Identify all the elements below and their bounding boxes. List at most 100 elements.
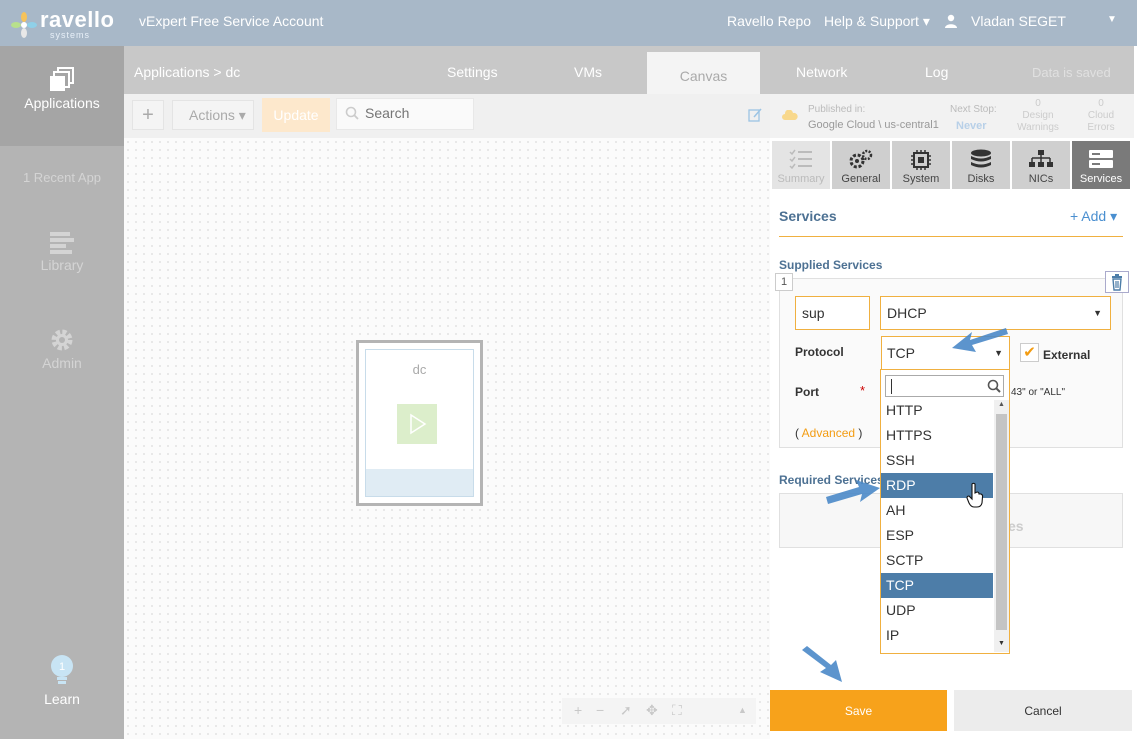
- protocol-option-http[interactable]: HTTP: [881, 398, 993, 423]
- breadcrumb[interactable]: Applications > dc: [134, 64, 240, 80]
- search-icon: [345, 106, 359, 120]
- account-name[interactable]: vExpert Free Service Account: [139, 13, 323, 29]
- trash-icon: [1112, 274, 1122, 291]
- cloud-errors-count: 0: [1098, 98, 1104, 109]
- actions-menu[interactable]: Actions ▾: [172, 100, 254, 130]
- save-button[interactable]: Save: [770, 690, 947, 731]
- user-menu-caret-icon[interactable]: ▼: [1107, 14, 1117, 25]
- search-input[interactable]: [365, 105, 465, 121]
- save-status: Data is saved: [1032, 65, 1111, 80]
- supplied-services-title: Supplied Services: [779, 258, 883, 272]
- tab-settings[interactable]: Settings: [447, 64, 498, 80]
- canvas-search[interactable]: [336, 98, 474, 130]
- design-canvas[interactable]: dc + − ➚ ✥ ⛶ ▲: [124, 138, 770, 739]
- nav-learn-label: Learn: [44, 691, 80, 707]
- fullscreen-icon[interactable]: ⛶: [672, 702, 682, 719]
- next-stop-value: Never: [956, 120, 987, 132]
- vm-play-button[interactable]: [397, 404, 437, 444]
- tab-nics[interactable]: NICs: [1012, 141, 1070, 189]
- tab-services[interactable]: Services: [1072, 141, 1130, 189]
- external-label: External: [1043, 348, 1091, 362]
- nav-applications-label: Applications: [24, 95, 100, 111]
- nav-recent-apps[interactable]: 1 Recent App: [0, 170, 124, 185]
- services-divider: [779, 236, 1123, 237]
- tab-log[interactable]: Log: [925, 64, 948, 80]
- tab-summary-label: Summary: [777, 173, 825, 185]
- dropdown-scrollbar[interactable]: ▲ ▼: [994, 400, 1009, 652]
- port-hint: 43" or "ALL": [1011, 387, 1066, 398]
- annotation-arrow-icon: [952, 328, 1008, 352]
- collapse-icon[interactable]: ▲: [738, 705, 747, 715]
- publish-info-bar: Published in: Google Cloud \ us-central1…: [770, 94, 1134, 138]
- vm-card-inner: dc: [365, 349, 474, 497]
- cancel-button[interactable]: Cancel: [954, 690, 1132, 731]
- protocol-option-esp[interactable]: ESP: [881, 523, 993, 548]
- delete-service-button[interactable]: [1105, 271, 1129, 293]
- ravello-repo-link[interactable]: Ravello Repo: [727, 13, 811, 29]
- add-button[interactable]: +: [132, 100, 164, 130]
- gears-icon: [849, 149, 873, 169]
- play-icon: [410, 413, 427, 435]
- service-index-badge: 1: [775, 273, 793, 291]
- protocol-option-ip[interactable]: IP: [881, 623, 993, 648]
- scroll-up-icon[interactable]: ▲: [998, 401, 1005, 408]
- nav-library[interactable]: Library: [0, 232, 124, 273]
- protocol-search-input[interactable]: [885, 375, 1004, 397]
- zoom-in-button[interactable]: +: [574, 702, 582, 718]
- chip-icon: [911, 150, 931, 170]
- vm-card[interactable]: dc: [356, 340, 483, 506]
- vm-name: dc: [412, 362, 427, 377]
- pointer-icon[interactable]: ➚: [620, 702, 632, 719]
- tab-summary[interactable]: Summary: [772, 141, 830, 189]
- advanced-paren-close: ): [855, 426, 863, 440]
- tab-network[interactable]: Network: [796, 64, 847, 80]
- tab-disks[interactable]: Disks: [952, 141, 1010, 189]
- nav-learn[interactable]: 1 Learn: [0, 654, 124, 707]
- canvas-toolbar: + Actions ▾ Update: [124, 94, 770, 138]
- edit-note-icon[interactable]: [748, 108, 762, 122]
- ravello-logo[interactable]: ravello systems: [10, 6, 122, 40]
- design-warnings[interactable]: 0 Design Warnings: [1013, 98, 1063, 134]
- protocol-option-udp[interactable]: UDP: [881, 598, 993, 623]
- service-type-value: DHCP: [887, 305, 927, 321]
- help-support-menu[interactable]: Help & Support ▾: [824, 13, 930, 30]
- update-button[interactable]: Update: [262, 98, 330, 132]
- tab-disks-label: Disks: [967, 173, 995, 185]
- brand-sub: systems: [50, 30, 91, 40]
- pan-icon[interactable]: ✥: [646, 702, 658, 719]
- vm-settings-tabs: Summary General System Disks NICs Servic…: [772, 141, 1134, 189]
- services-title: Services: [779, 208, 837, 224]
- external-checkbox[interactable]: ✔: [1020, 343, 1039, 362]
- tab-vms[interactable]: VMs: [574, 64, 602, 80]
- zoom-controls: + − ➚ ✥ ⛶ ▲: [562, 698, 756, 724]
- protocol-label: Protocol: [795, 345, 844, 359]
- add-service-button[interactable]: + Add ▾: [1070, 208, 1117, 225]
- service-name-input[interactable]: [795, 296, 870, 330]
- tab-canvas[interactable]: Canvas: [647, 52, 760, 94]
- top-bar: ravello systems vExpert Free Service Acc…: [0, 0, 1137, 46]
- zoom-out-button[interactable]: −: [596, 702, 604, 718]
- protocol-option-https[interactable]: HTTPS: [881, 423, 993, 448]
- nav-library-label: Library: [40, 257, 84, 273]
- search-icon: [987, 379, 1001, 393]
- cloud-icon: [782, 110, 798, 120]
- hand-cursor-icon: [966, 482, 984, 508]
- vm-properties-panel: Published in: Google Cloud \ us-central1…: [770, 94, 1134, 739]
- left-nav: Applications 1 Recent App Library Admin …: [0, 46, 124, 739]
- text-cursor: [891, 379, 892, 394]
- advanced-toggle[interactable]: ( Advanced ): [795, 426, 862, 440]
- user-name[interactable]: Vladan SEGET: [971, 13, 1066, 29]
- nav-applications[interactable]: Applications: [0, 66, 124, 111]
- tab-general[interactable]: General: [832, 141, 890, 189]
- advanced-link[interactable]: Advanced: [802, 426, 855, 440]
- protocol-option-ssh[interactable]: SSH: [881, 448, 993, 473]
- scrollbar-thumb[interactable]: [996, 414, 1007, 630]
- protocol-option-tcp[interactable]: TCP: [881, 573, 993, 598]
- cloud-errors[interactable]: 0 Cloud Errors: [1076, 98, 1126, 134]
- tab-system[interactable]: System: [892, 141, 950, 189]
- protocol-option-sctp[interactable]: SCTP: [881, 548, 993, 573]
- database-icon: [971, 149, 991, 168]
- nav-admin[interactable]: Admin: [0, 328, 124, 371]
- nav-admin-label: Admin: [42, 355, 82, 371]
- scroll-down-icon[interactable]: ▼: [998, 640, 1005, 647]
